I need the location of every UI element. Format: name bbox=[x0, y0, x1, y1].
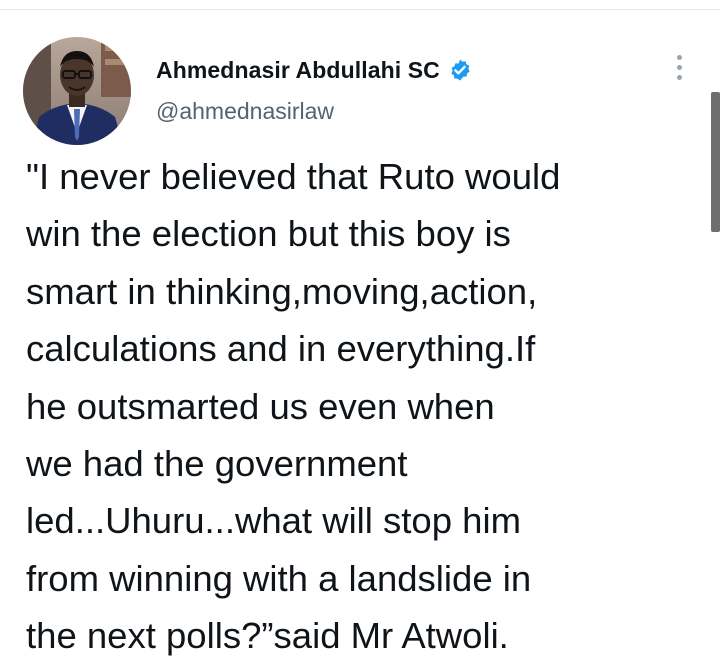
author-avatar[interactable] bbox=[23, 37, 131, 145]
more-vertical-icon-dot bbox=[676, 64, 682, 70]
tweet-text-line: "I never believed that Ruto would bbox=[26, 156, 561, 197]
tweet-text-line: he outsmarted us even when bbox=[26, 385, 495, 427]
avatar-photo bbox=[23, 37, 131, 145]
tweet-text-line: smart in thinking,moving,action, bbox=[26, 270, 538, 312]
tweet-text-line: from winning with a landslide in bbox=[26, 557, 532, 599]
tweet-text-line: we had the government bbox=[26, 443, 408, 485]
tweet-text: "I never believed that Ruto would win th… bbox=[26, 148, 696, 665]
author-handle[interactable]: @ahmednasirlaw bbox=[156, 98, 334, 125]
tweet-text-line: calculations and in everything.If bbox=[26, 328, 536, 370]
verified-badge-icon bbox=[451, 59, 470, 81]
more-vertical-icon-dot bbox=[676, 74, 682, 80]
tweet-text-line: win the election but this boy is bbox=[26, 213, 511, 255]
more-options-button[interactable] bbox=[668, 50, 690, 84]
more-vertical-icon bbox=[676, 54, 682, 60]
tweet-text-line: led...Uhuru...what will stop him bbox=[26, 500, 521, 542]
author-name[interactable]: Ahmednasir Abdullahi SC bbox=[156, 57, 440, 84]
author-name-row: Ahmednasir Abdullahi SC bbox=[156, 55, 472, 85]
tweet-text-line: the next polls?”said Mr Atwoli. bbox=[26, 615, 509, 657]
top-divider bbox=[0, 0, 720, 10]
scrollbar-thumb[interactable] bbox=[711, 92, 720, 232]
